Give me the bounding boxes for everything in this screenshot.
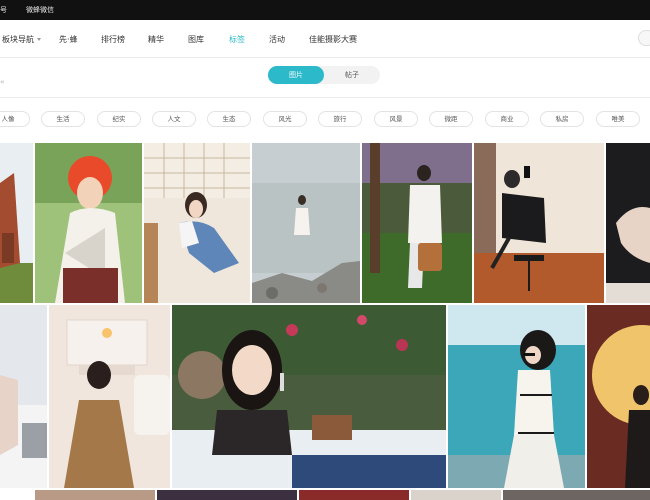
nav-item-gallery[interactable]: 图库: [188, 34, 204, 45]
photo-forest-bag[interactable]: [362, 143, 472, 303]
photo-row3-3[interactable]: [299, 490, 409, 500]
photo-stool-phone[interactable]: [474, 143, 604, 303]
scroll-left-icon[interactable]: ‹‹: [0, 78, 5, 86]
nav-item-featured[interactable]: 精华: [148, 34, 164, 45]
divider: [0, 97, 650, 98]
photo-row3-2[interactable]: [157, 490, 297, 500]
photo-fireplace[interactable]: [49, 305, 170, 488]
toggle-photos[interactable]: 图片: [268, 66, 324, 84]
tag-life[interactable]: 生活: [41, 111, 85, 127]
tag-scenery[interactable]: 风光: [263, 111, 307, 127]
tag-list: 人像 生活 纪实 人文 生态 风光 旅行 风景 微距 商业 私房 唯美: [0, 111, 650, 127]
photo-row3-4[interactable]: [411, 490, 501, 500]
photo-row3-5[interactable]: [503, 490, 650, 500]
wechat-link[interactable]: 微蜂微信: [26, 5, 54, 15]
top-bar-fragment[interactable]: 号: [0, 5, 7, 15]
tag-aesthetic[interactable]: 唯美: [596, 111, 640, 127]
nav-item-board-nav[interactable]: 板块导航: [2, 34, 41, 45]
photo-windmill[interactable]: [0, 143, 33, 303]
photo-white-room[interactable]: [0, 305, 47, 488]
photo-flower-crown[interactable]: [35, 143, 142, 303]
nav-item-events[interactable]: 活动: [269, 34, 285, 45]
nav-item-ranking[interactable]: 排行榜: [101, 34, 125, 45]
photo-sea-striped-dress[interactable]: [448, 305, 585, 488]
tag-portrait[interactable]: 人像: [0, 111, 30, 127]
tag-macro[interactable]: 微距: [429, 111, 473, 127]
tag-commercial[interactable]: 商业: [485, 111, 529, 127]
photo-beach-rocks[interactable]: [252, 143, 360, 303]
tag-boudoir[interactable]: 私房: [540, 111, 584, 127]
photo-tatami-girl[interactable]: [144, 143, 250, 303]
nav-item-canon-contest[interactable]: 佳能摄影大赛: [309, 34, 357, 45]
top-bar: 号 微蜂微信: [0, 0, 650, 20]
nav-item-xianfeng[interactable]: 先·蜂: [59, 34, 78, 45]
main-nav: 板块导航 先·蜂 排行榜 精华 图库 标签 活动 佳能摄影大赛: [0, 20, 650, 58]
view-toggle: 图片 帖子: [268, 66, 380, 84]
tag-landscape[interactable]: 风景: [374, 111, 418, 127]
toggle-posts[interactable]: 帖子: [324, 66, 380, 84]
photo-dark-chair[interactable]: [606, 143, 650, 303]
tag-documentary[interactable]: 纪实: [97, 111, 141, 127]
tag-travel[interactable]: 旅行: [318, 111, 362, 127]
photo-golden-moon[interactable]: [587, 305, 650, 488]
chevron-down-icon: [37, 38, 41, 41]
tag-humanity[interactable]: 人文: [152, 111, 196, 127]
photo-wine-table[interactable]: [172, 305, 446, 488]
nav-item-tags[interactable]: 标签: [229, 34, 245, 45]
tag-ecology[interactable]: 生态: [207, 111, 251, 127]
search-box-edge[interactable]: [638, 30, 650, 46]
photo-row3-1[interactable]: [35, 490, 155, 500]
